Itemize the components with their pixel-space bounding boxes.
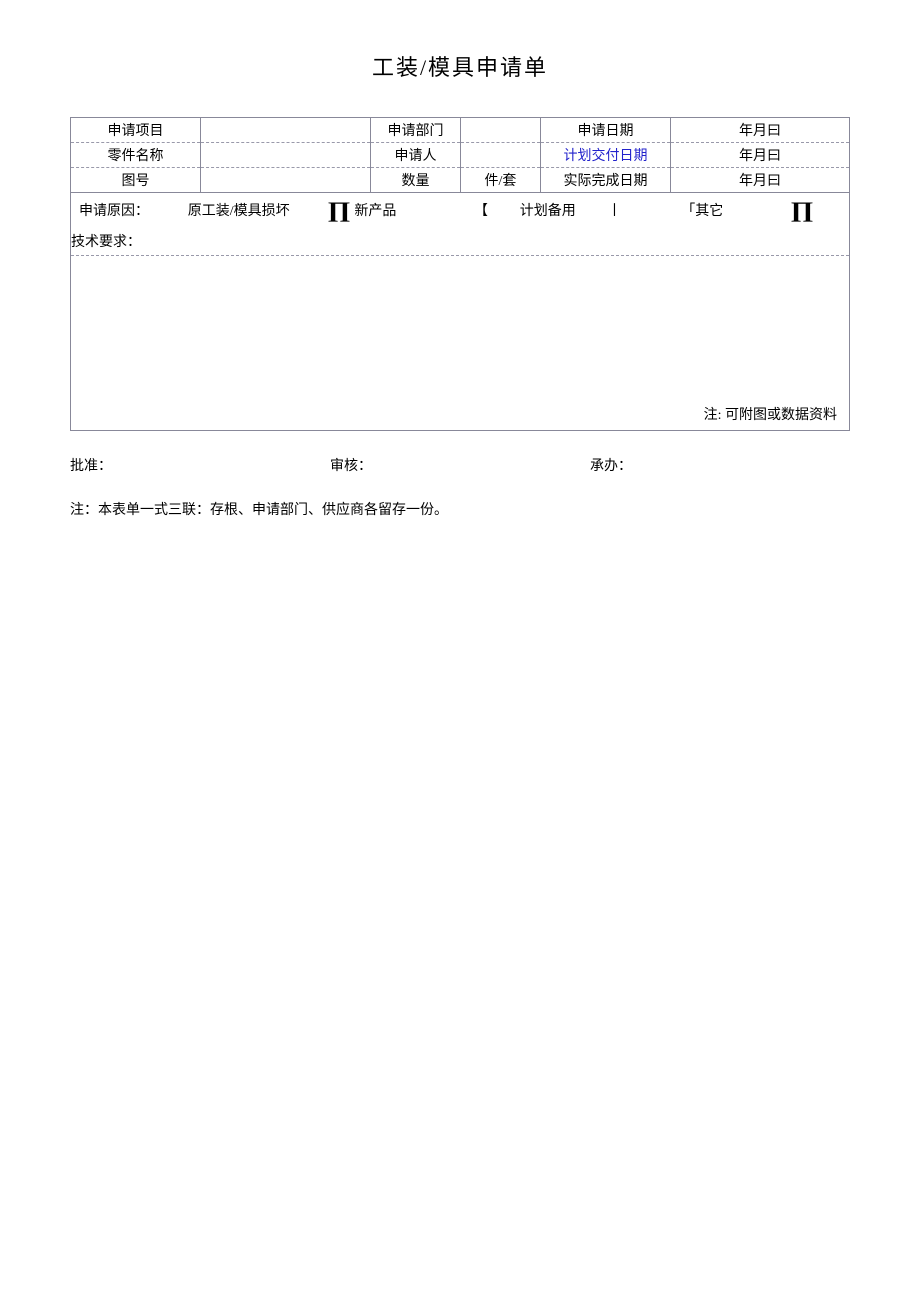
handle-label[interactable]: 承办： — [590, 455, 850, 475]
form-container: 申请项目 申请部门 申请日期 年月曰 零件名称 申请人 计划交付日期 年月曰 图… — [70, 117, 850, 431]
drawing-value[interactable] — [201, 168, 371, 193]
reason-opt3[interactable]: 计划备用 — [488, 200, 608, 220]
date-label: 申请日期 — [541, 118, 671, 143]
bracket-icon: 【 — [474, 200, 488, 220]
qty-label: 数量 — [371, 168, 461, 193]
applicant-value[interactable] — [461, 143, 541, 168]
applicant-label: 申请人 — [371, 143, 461, 168]
dept-label: 申请部门 — [371, 118, 461, 143]
signature-row: 批准： 审核： 承办： — [70, 455, 850, 475]
reason-opt2[interactable]: 新产品 — [350, 200, 474, 220]
actual-date-value[interactable]: 年月曰 — [671, 168, 850, 193]
reason-label: 申请原因： — [79, 200, 149, 220]
bracket-icon: 丨 — [607, 200, 621, 220]
review-label[interactable]: 审核： — [330, 455, 590, 475]
part-label: 零件名称 — [71, 143, 201, 168]
footnote: 注：本表单一式三联：存根、申请部门、供应商各留存一份。 — [70, 499, 850, 519]
actual-date-label: 实际完成日期 — [541, 168, 671, 193]
project-label: 申请项目 — [71, 118, 201, 143]
tech-note: 注: 可附图或数据资料 — [704, 404, 837, 424]
tech-label: 技术要求： — [71, 227, 849, 251]
plan-date-label: 计划交付日期 — [541, 143, 671, 168]
reason-table: 申请原因： 原工装/模具损坏 ∏ 新产品 【 计划备用 丨 「 其它 ∏ 技术要… — [70, 193, 850, 431]
date-value[interactable]: 年月曰 — [671, 118, 850, 143]
checkbox-icon[interactable]: ∏ — [328, 199, 352, 221]
qty-value[interactable]: 件/套 — [461, 168, 541, 193]
checkbox-icon[interactable]: ∏ — [790, 199, 814, 221]
tech-content-area[interactable]: 注: 可附图或数据资料 — [71, 255, 849, 430]
reason-opt1[interactable]: 原工装/模具损坏 — [149, 200, 328, 220]
form-title: 工装/模具申请单 — [70, 50, 850, 82]
dept-value[interactable] — [461, 118, 541, 143]
approve-label[interactable]: 批准： — [70, 455, 330, 475]
header-table: 申请项目 申请部门 申请日期 年月曰 零件名称 申请人 计划交付日期 年月曰 图… — [70, 117, 850, 193]
drawing-label: 图号 — [71, 168, 201, 193]
bracket-icon: 「 — [681, 200, 695, 220]
part-value[interactable] — [201, 143, 371, 168]
reason-opt4[interactable]: 其它 — [695, 200, 791, 220]
plan-date-value[interactable]: 年月曰 — [671, 143, 850, 168]
project-value[interactable] — [201, 118, 371, 143]
